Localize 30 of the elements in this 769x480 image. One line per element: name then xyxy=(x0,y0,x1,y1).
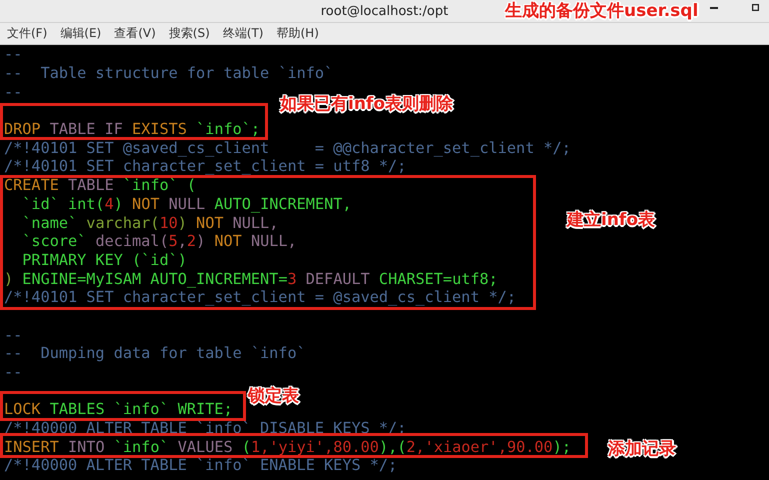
code-line: LOCK TABLES `info` WRITE; xyxy=(4,403,233,416)
menu-item[interactable]: 查看(V) xyxy=(110,25,160,42)
annotation-label: 生成的备份文件user.sql xyxy=(505,0,698,22)
code-line: -- xyxy=(4,328,22,341)
menu-item[interactable]: 帮助(H) xyxy=(272,25,323,42)
code-line: -- Table structure for table `info` xyxy=(4,67,334,80)
menu-item[interactable]: 编辑(E) xyxy=(56,25,106,42)
code-line: /*!40101 SET character_set_client = @saved_cs_client */; xyxy=(4,291,516,304)
code-line: -- xyxy=(4,86,22,98)
code-line: PRIMARY KEY (`id`) xyxy=(21,254,187,266)
menu-item[interactable]: 文件(F) xyxy=(3,25,52,42)
code-line: CREATE TABLE `info` ( xyxy=(4,179,196,192)
code-line: -- xyxy=(4,48,22,60)
menu-item[interactable]: 搜索(S) xyxy=(164,25,214,42)
minimize-icon[interactable] xyxy=(710,6,718,9)
code-line: -- Dumping data for table `info` xyxy=(4,347,306,360)
maximize-icon[interactable] xyxy=(752,4,759,11)
code-line: INSERT INTO `info` VALUES (1,'yiyi',80.00),(2,'xiaoer',90.00); xyxy=(4,440,571,453)
annotation-label: 添加记录 xyxy=(608,438,676,460)
code-line: `score` decimal(5,2) NOT NULL, xyxy=(21,235,297,248)
menu-item[interactable]: 终端(T) xyxy=(218,25,268,42)
code-line: -- xyxy=(4,366,22,378)
code-line: `name` varchar(10) NOT NULL, xyxy=(21,216,278,229)
annotation-label: 建立info表 xyxy=(567,209,656,231)
code-line: /*!40101 SET character_set_client = utf8 */; xyxy=(4,160,406,172)
annotation-label: 如果已有info表则删除 xyxy=(280,93,454,115)
code-line: /*!40000 ALTER TABLE `info` ENABLE KEYS */; xyxy=(4,459,398,472)
window-title: root@localhost:/opt xyxy=(320,4,448,18)
code-line: DROP TABLE IF EXISTS `info`; xyxy=(4,123,260,136)
annotation-label: 锁定表 xyxy=(248,385,299,407)
